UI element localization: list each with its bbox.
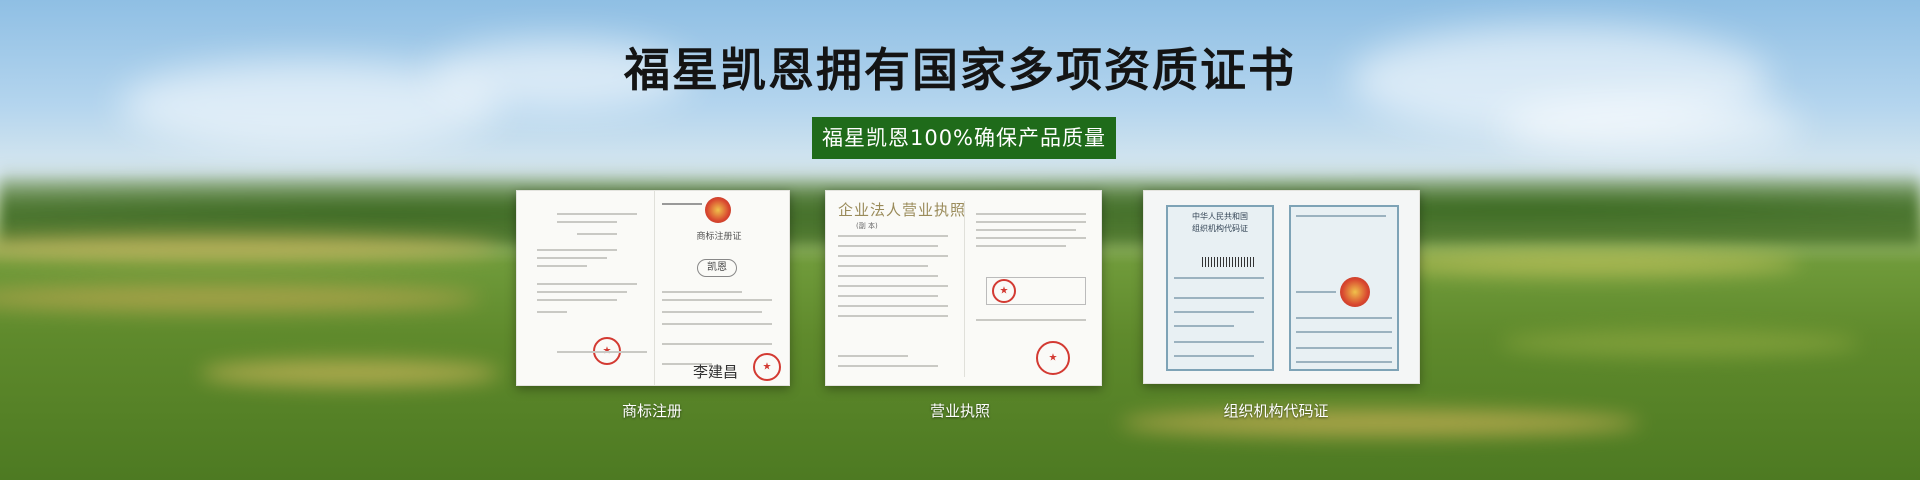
field-stripe	[0, 285, 480, 311]
page-title: 福星凯恩拥有国家多项资质证书	[624, 43, 1296, 97]
qualification-banner: 福星凯恩拥有国家多项资质证书 福星凯恩100%确保产品质量 商标注册证 凯恩	[0, 0, 1920, 480]
certificate-doc-title-line2: 组织机构代码证	[1192, 224, 1248, 233]
national-emblem-icon	[705, 197, 731, 223]
red-seal-icon	[753, 353, 781, 381]
field-stripe	[1500, 330, 1860, 356]
trademark-mark: 凯恩	[697, 259, 737, 277]
certificate-caption: 商标注册	[621, 402, 682, 420]
trademark-certificate-icon: 商标注册证 凯恩 李建昌	[517, 191, 789, 385]
field-stripe	[0, 235, 500, 261]
business-license-icon: 企业法人营业执照 (副 本)	[826, 191, 1101, 385]
certificate-caption: 组织机构代码证	[1223, 402, 1329, 420]
certificate-doc-title-line1: 中华人民共和国	[1192, 212, 1248, 221]
field-stripe	[200, 360, 500, 386]
red-seal-icon	[992, 279, 1016, 303]
cloud	[1500, 95, 1800, 155]
trademark-certificate-card[interactable]: 商标注册证 凯恩 李建昌	[516, 190, 790, 386]
certificate-doc-subtitle: (副 本)	[856, 222, 878, 230]
red-seal-icon	[1036, 341, 1070, 375]
organization-code-icon: 中华人民共和国 组织机构代码证	[1144, 191, 1419, 383]
barcode-icon	[1202, 257, 1254, 267]
field-stripe	[1380, 250, 1800, 276]
certificate-caption: 营业执照	[929, 402, 990, 420]
quality-badge: 福星凯恩100%确保产品质量	[812, 117, 1116, 159]
business-license-card[interactable]: 企业法人营业执照 (副 本)	[825, 190, 1102, 386]
signature: 李建昌	[693, 363, 739, 381]
national-emblem-icon	[1340, 277, 1370, 307]
organization-code-card[interactable]: 中华人民共和国 组织机构代码证	[1143, 190, 1420, 384]
certificate-doc-title: 商标注册证	[696, 232, 742, 242]
certificate-doc-title: 企业法人营业执照	[838, 201, 967, 219]
